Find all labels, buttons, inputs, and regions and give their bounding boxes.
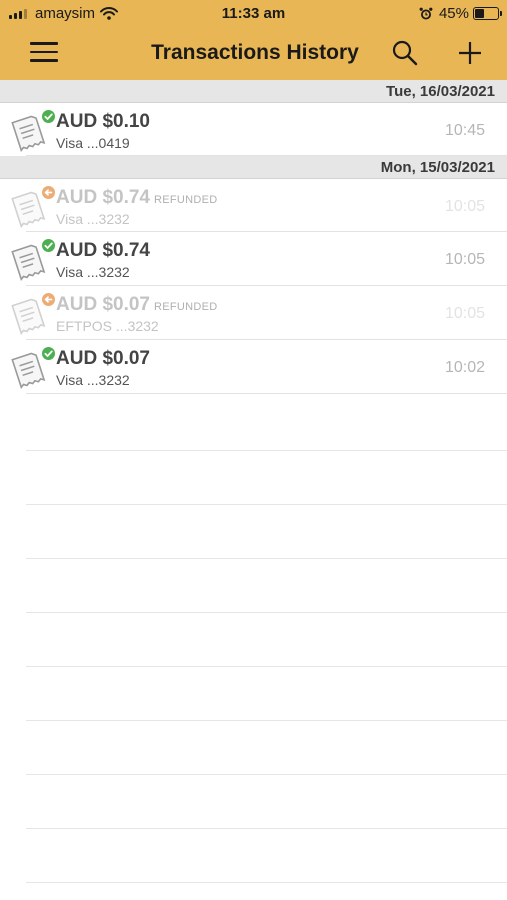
card-info: EFTPOS ...3232	[56, 318, 159, 334]
refunded-badge: REFUNDED	[154, 194, 218, 206]
divider	[26, 666, 507, 667]
transaction-amount: AUD $0.07	[56, 348, 150, 369]
card-info: Visa ...3232	[56, 211, 130, 227]
empty-list-area	[0, 397, 507, 900]
menu-button[interactable]	[30, 42, 58, 64]
transaction-row[interactable]: AUD $0.74 Visa ...3232 10:05	[0, 232, 507, 286]
transactions-list: Tue, 16/03/2021 AUD $0.10 Visa ...0419 1…	[0, 80, 507, 394]
divider	[26, 504, 507, 505]
card-info: Visa ...3232	[56, 264, 130, 280]
transaction-row[interactable]: AUD $0.07 REFUNDED EFTPOS ...3232 10:05	[0, 286, 507, 340]
success-check-icon	[42, 110, 55, 123]
battery-percent: 45%	[438, 5, 469, 22]
transaction-time: 10:02	[444, 359, 485, 376]
status-bar: amaysim 11:33 am 45%	[0, 0, 507, 28]
transaction-amount: AUD $0.74	[56, 187, 150, 208]
battery-icon	[473, 7, 502, 20]
divider	[26, 882, 507, 883]
divider	[26, 450, 507, 451]
transaction-time: 10:45	[444, 122, 485, 139]
transaction-amount: AUD $0.74	[56, 240, 150, 261]
search-icon	[392, 40, 418, 66]
transaction-row[interactable]: AUD $0.74 REFUNDED Visa ...3232 10:05	[0, 179, 507, 232]
refunded-badge: REFUNDED	[154, 301, 218, 313]
transaction-time: 10:05	[444, 198, 485, 215]
search-button[interactable]	[390, 38, 420, 68]
menu-icon	[30, 42, 58, 62]
card-info: Visa ...0419	[56, 135, 130, 151]
divider	[26, 774, 507, 775]
transaction-row[interactable]: AUD $0.10 Visa ...0419 10:45	[0, 103, 507, 156]
refund-icon	[42, 293, 55, 306]
transaction-amount: AUD $0.10	[56, 111, 150, 132]
app-header: amaysim 11:33 am 45% Transactions Histor	[0, 0, 507, 80]
divider	[26, 828, 507, 829]
date-header: Mon, 15/03/2021	[0, 156, 507, 179]
divider	[26, 612, 507, 613]
page-title: Transactions History	[151, 41, 359, 64]
transaction-time: 10:05	[444, 251, 485, 268]
nav-bar: Transactions History	[0, 28, 507, 80]
plus-icon	[459, 42, 481, 64]
success-check-icon	[42, 347, 55, 360]
divider	[26, 720, 507, 721]
date-header: Tue, 16/03/2021	[0, 80, 507, 103]
alarm-icon	[419, 7, 433, 19]
divider	[26, 558, 507, 559]
add-transaction-button[interactable]	[455, 38, 485, 68]
success-check-icon	[42, 239, 55, 252]
refund-icon	[42, 186, 55, 199]
card-info: Visa ...3232	[56, 372, 130, 388]
transaction-row[interactable]: AUD $0.07 Visa ...3232 10:02	[0, 340, 507, 394]
transaction-amount: AUD $0.07	[56, 294, 150, 315]
transaction-time: 10:05	[444, 305, 485, 322]
